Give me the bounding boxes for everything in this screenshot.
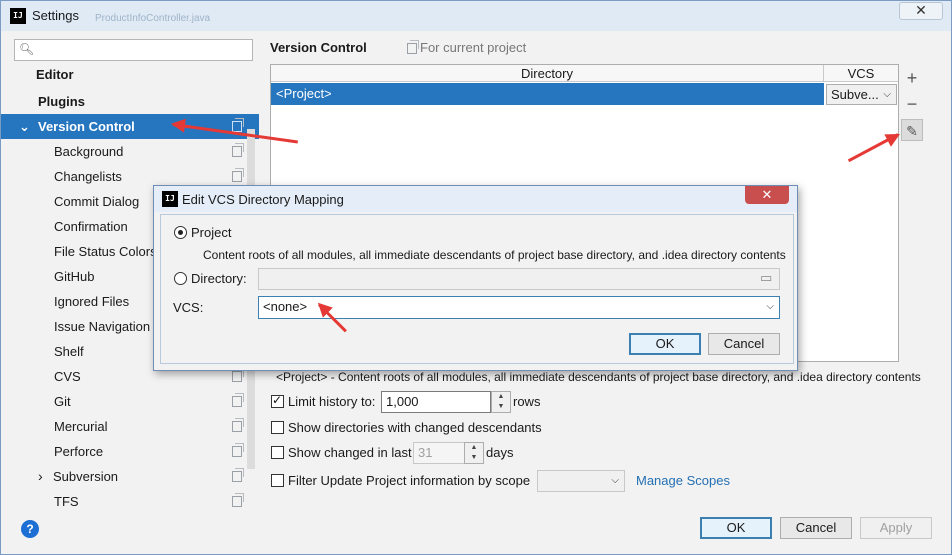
chevron-down-icon: ⌵ [883, 89, 891, 100]
sidebar-item-tfs[interactable]: TFS [1, 489, 259, 509]
show-changed-unit: days [486, 445, 514, 460]
chevron-down-icon: ⌵ [766, 301, 774, 312]
limit-history-label: Limit history to: [288, 394, 376, 409]
sidebar-item-editor[interactable]: Editor [1, 62, 259, 87]
search-icon: 🔍︎ [19, 42, 35, 56]
table-row[interactable]: <Project> [271, 83, 824, 105]
show-directories-checkbox[interactable] [271, 421, 284, 434]
intellij-app-icon: IJ [162, 191, 178, 207]
apply-button[interactable]: Apply [860, 517, 932, 539]
dialog-title: Edit VCS Directory Mapping [182, 192, 344, 207]
sidebar-item-mercurial[interactable]: Mercurial [1, 414, 259, 439]
project-scope-icon [407, 40, 419, 54]
show-changed-days-input[interactable]: 31 [413, 442, 465, 464]
project-scope-icon [232, 143, 244, 157]
limit-history-input[interactable]: 1,000 [381, 391, 491, 413]
chevron-right-icon[interactable]: › [38, 464, 43, 489]
directory-radio-label: Directory: [191, 271, 247, 286]
sidebar-item-background[interactable]: Background [1, 139, 259, 164]
edit-mapping-button[interactable]: ✎ [901, 119, 923, 141]
limit-history-stepper[interactable]: ▲ ▼ [491, 391, 511, 413]
sidebar-item-version-control[interactable]: ⌄ Version Control [1, 114, 259, 139]
dialog-ok-button[interactable]: OK [629, 333, 701, 355]
filter-update-label: Filter Update Project information by sco… [288, 473, 531, 488]
project-radio[interactable] [174, 226, 187, 239]
project-scope-icon [232, 468, 244, 482]
dialog-close-button[interactable]: ✕ [745, 186, 789, 204]
vcs-cell-dropdown[interactable]: Subve... ⌵ [826, 84, 897, 105]
directory-radio[interactable] [174, 272, 187, 285]
background-window-ghost: ProductInfoController.java [95, 13, 211, 24]
ok-button[interactable]: OK [700, 517, 772, 539]
add-mapping-button[interactable]: + [901, 67, 923, 89]
window-title: Settings [32, 8, 79, 23]
column-header-directory[interactable]: Directory [271, 65, 824, 82]
chevron-down-icon: ⌵ [611, 475, 619, 486]
cancel-button[interactable]: Cancel [780, 517, 852, 539]
sidebar-item-subversion[interactable]: › Subversion [1, 464, 259, 489]
project-scope-icon [232, 368, 244, 382]
intellij-app-icon: IJ [10, 8, 26, 24]
page-title: Version Control [270, 40, 367, 55]
project-radio-label: Project [191, 225, 232, 240]
column-header-vcs[interactable]: VCS [824, 65, 898, 82]
folder-icon[interactable]: ▭ [760, 270, 772, 286]
show-changed-checkbox[interactable] [271, 446, 284, 459]
project-description: <Project> - Content roots of all modules… [276, 370, 921, 384]
dialog-cancel-button[interactable]: Cancel [708, 333, 780, 355]
show-changed-label: Show changed in last [288, 445, 412, 460]
remove-mapping-button[interactable]: − [901, 93, 923, 115]
project-scope-icon [232, 443, 244, 457]
help-icon[interactable]: ? [21, 520, 39, 538]
sidebar-item-git[interactable]: Git [1, 389, 259, 414]
project-scope-icon [232, 418, 244, 432]
project-scope-icon [232, 168, 244, 182]
vcs-dropdown[interactable]: <none> ⌵ [258, 296, 780, 319]
settings-window: IJ Settings ProductInfoController.java ✕… [0, 0, 952, 555]
title-bar: IJ Settings ProductInfoController.java ✕ [1, 1, 951, 31]
sidebar-item-perforce[interactable]: Perforce [1, 439, 259, 464]
search-input[interactable]: 🔍︎ [14, 39, 253, 61]
limit-history-checkbox[interactable] [271, 393, 284, 408]
vcs-label: VCS: [173, 300, 204, 315]
project-scope-icon [232, 118, 244, 132]
scope-dropdown[interactable]: ⌵ [537, 470, 625, 492]
show-changed-stepper[interactable]: ▲ ▼ [464, 442, 484, 464]
window-close-button[interactable]: ✕ [899, 2, 943, 20]
edit-vcs-mapping-dialog: IJ Edit VCS Directory Mapping ✕ Project … [153, 185, 798, 371]
project-radio-description: Content roots of all modules, all immedi… [203, 248, 786, 262]
dialog-title-bar: IJ Edit VCS Directory Mapping ✕ [154, 186, 797, 212]
sidebar-item-plugins[interactable]: Plugins [1, 89, 259, 114]
limit-history-unit: rows [513, 394, 541, 409]
chevron-down-icon: ⌄ [19, 119, 30, 134]
manage-scopes-link[interactable]: Manage Scopes [636, 473, 730, 488]
scope-label: For current project [420, 40, 527, 55]
project-scope-icon [232, 493, 244, 507]
directory-input[interactable] [258, 268, 780, 290]
filter-update-checkbox[interactable] [271, 474, 284, 487]
show-directories-label: Show directories with changed descendant… [288, 420, 542, 435]
project-scope-icon [232, 393, 244, 407]
